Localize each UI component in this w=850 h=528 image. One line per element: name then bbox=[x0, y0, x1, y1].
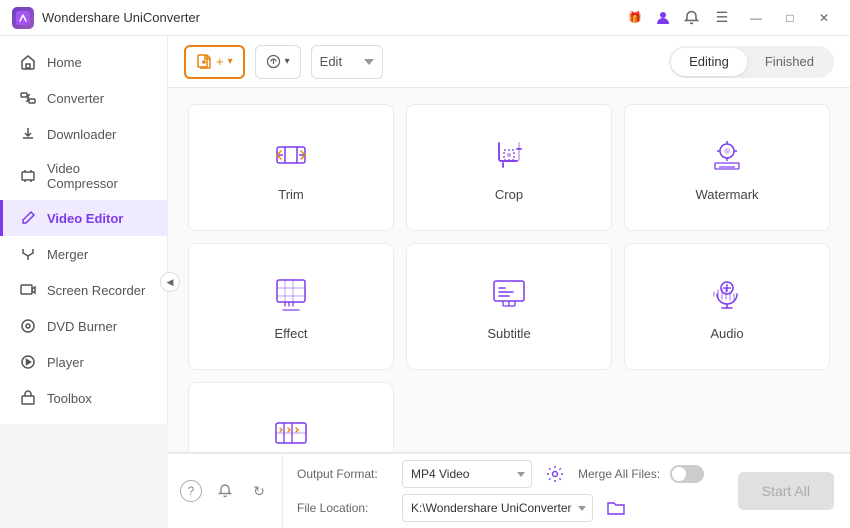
add-file-label: + bbox=[216, 54, 224, 69]
minimize-button[interactable]: — bbox=[742, 4, 770, 32]
subtitle-icon bbox=[487, 272, 531, 316]
sidebar-item-toolbox[interactable]: Toolbox bbox=[0, 380, 167, 416]
feature-card-effect[interactable]: Effect bbox=[188, 243, 394, 370]
dvd-icon bbox=[19, 317, 37, 335]
feature-grid: Trim Crop bbox=[188, 104, 830, 452]
home-icon bbox=[19, 53, 37, 71]
folder-icon[interactable] bbox=[603, 495, 629, 521]
sidebar-label-dvd-burner: DVD Burner bbox=[47, 319, 117, 334]
sidebar-label-screen-recorder: Screen Recorder bbox=[47, 283, 145, 298]
refresh-icon[interactable]: ↻ bbox=[248, 480, 270, 502]
play-icon bbox=[19, 353, 37, 371]
audio-icon bbox=[705, 272, 749, 316]
sidebar-item-screen-recorder[interactable]: Screen Recorder bbox=[0, 272, 167, 308]
gift-icon[interactable]: 🎁 bbox=[624, 7, 646, 29]
compress-icon bbox=[19, 167, 37, 185]
content-area: + ▾ ▾ Edit Color Audio Speed Editing Fin… bbox=[168, 36, 850, 528]
sidebar-collapse-button[interactable]: ◀ bbox=[160, 272, 180, 292]
effect-feature-icon bbox=[269, 272, 313, 316]
title-bar-left: Wondershare UniConverter bbox=[12, 7, 200, 29]
close-button[interactable]: ✕ bbox=[810, 4, 838, 32]
sidebar-label-converter: Converter bbox=[47, 91, 104, 106]
crop-label: Crop bbox=[495, 187, 523, 202]
format-settings-icon[interactable] bbox=[542, 461, 568, 487]
output-format-select[interactable]: MP4 Video bbox=[402, 460, 532, 488]
bell-icon[interactable] bbox=[680, 7, 702, 29]
feature-card-subtitle[interactable]: Subtitle bbox=[406, 243, 612, 370]
downloader-icon bbox=[19, 125, 37, 143]
sidebar-item-converter[interactable]: Converter bbox=[0, 80, 167, 116]
merge-toggle[interactable] bbox=[670, 465, 704, 483]
app-icon bbox=[12, 7, 34, 29]
sidebar-item-dvd-burner[interactable]: DVD Burner bbox=[0, 308, 167, 344]
tab-finished[interactable]: Finished bbox=[747, 48, 832, 76]
feature-card-watermark[interactable]: Watermark bbox=[624, 104, 830, 231]
trim-icon bbox=[269, 133, 313, 177]
sidebar-label-player: Player bbox=[47, 355, 84, 370]
speed-icon bbox=[269, 411, 313, 452]
output-format-label: Output Format: bbox=[297, 467, 392, 481]
watermark-icon bbox=[705, 133, 749, 177]
crop-icon bbox=[487, 133, 531, 177]
subtitle-label: Subtitle bbox=[487, 326, 530, 341]
sidebar-item-player[interactable]: Player bbox=[0, 344, 167, 380]
sidebar: Home Converter Downloader Video Compress… bbox=[0, 36, 168, 424]
bottom-bar: ? ↻ Output Format: MP4 Video bbox=[168, 452, 850, 528]
file-location-select[interactable]: K:\Wondershare UniConverter bbox=[402, 494, 593, 522]
main-layout: Home Converter Downloader Video Compress… bbox=[0, 36, 850, 528]
sidebar-wrapper: Home Converter Downloader Video Compress… bbox=[0, 36, 168, 528]
feature-card-speed[interactable]: Speed bbox=[188, 382, 394, 452]
merge-files-label: Merge All Files: bbox=[578, 467, 660, 481]
sidebar-label-home: Home bbox=[47, 55, 82, 70]
sidebar-item-downloader[interactable]: Downloader bbox=[0, 116, 167, 152]
feature-card-audio[interactable]: Audio bbox=[624, 243, 830, 370]
feature-grid-area: Trim Crop bbox=[168, 88, 850, 452]
add-file-chevron: ▾ bbox=[228, 56, 233, 67]
app-title: Wondershare UniConverter bbox=[42, 10, 200, 25]
merge-toggle-knob bbox=[672, 467, 686, 481]
sidebar-item-video-compressor[interactable]: Video Compressor bbox=[0, 152, 167, 200]
sidebar-item-home[interactable]: Home bbox=[0, 44, 167, 80]
watermark-label: Watermark bbox=[695, 187, 758, 202]
maximize-button[interactable]: □ bbox=[776, 4, 804, 32]
record-icon bbox=[19, 281, 37, 299]
add-file-button[interactable]: + ▾ bbox=[184, 45, 245, 79]
sidebar-label-merger: Merger bbox=[47, 247, 88, 262]
sidebar-label-compressor: Video Compressor bbox=[47, 161, 151, 191]
user-icon[interactable] bbox=[652, 7, 674, 29]
notification-icon[interactable] bbox=[214, 480, 236, 502]
toolbox-icon bbox=[19, 389, 37, 407]
feature-card-crop[interactable]: Crop bbox=[406, 104, 612, 231]
audio-label: Audio bbox=[710, 326, 743, 341]
tab-group: Editing Finished bbox=[669, 46, 834, 78]
effect-button[interactable]: ▾ bbox=[255, 45, 301, 79]
start-all-button[interactable]: Start All bbox=[738, 472, 834, 510]
tab-editing[interactable]: Editing bbox=[671, 48, 747, 76]
trim-label: Trim bbox=[278, 187, 304, 202]
help-icon[interactable]: ? bbox=[180, 480, 202, 502]
converter-icon bbox=[19, 89, 37, 107]
title-bar-right: 🎁 ☰ — □ ✕ bbox=[624, 4, 838, 32]
sidebar-label-downloader: Downloader bbox=[47, 127, 116, 142]
file-location-label: File Location: bbox=[297, 501, 392, 515]
feature-card-trim[interactable]: Trim bbox=[188, 104, 394, 231]
effect-label: Effect bbox=[274, 326, 307, 341]
sidebar-item-merger[interactable]: Merger bbox=[0, 236, 167, 272]
toolbar: + ▾ ▾ Edit Color Audio Speed Editing Fin… bbox=[168, 36, 850, 88]
sidebar-label-video-editor: Video Editor bbox=[47, 211, 123, 226]
title-bar: Wondershare UniConverter 🎁 ☰ — □ ✕ bbox=[0, 0, 850, 36]
sidebar-item-video-editor[interactable]: Video Editor bbox=[0, 200, 167, 236]
menu-icon[interactable]: ☰ bbox=[708, 4, 736, 32]
merge-icon bbox=[19, 245, 37, 263]
edit-icon bbox=[19, 209, 37, 227]
sidebar-label-toolbox: Toolbox bbox=[47, 391, 92, 406]
effect-chevron: ▾ bbox=[285, 56, 290, 67]
edit-select[interactable]: Edit Color Audio Speed bbox=[311, 45, 383, 79]
